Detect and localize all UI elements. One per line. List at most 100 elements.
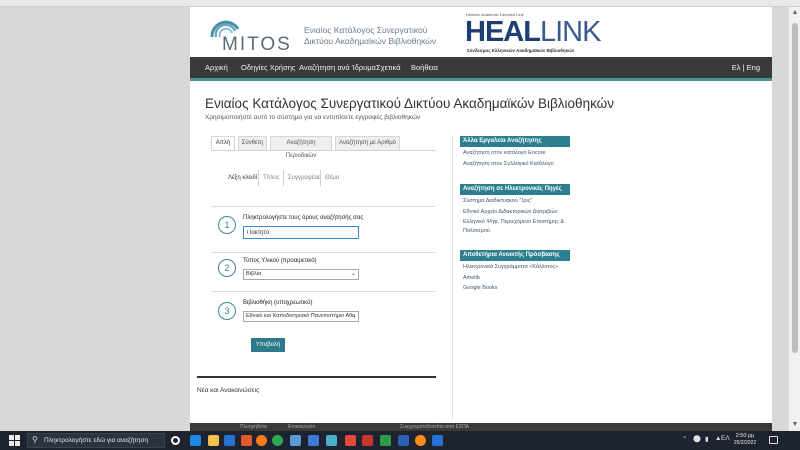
pdf-icon[interactable] (345, 435, 356, 446)
step-2-circle: 2 (218, 259, 236, 277)
app-icon[interactable] (415, 435, 426, 446)
subtab-divider (258, 170, 259, 186)
page-subtitle: Χρησιμοποιήστε αυτό το σύστημα για να εν… (205, 114, 421, 121)
step-1-circle: 1 (218, 216, 236, 234)
sidebar-section-open-repositories: Αποθετήρια Ανοικτής Πρόσβασης Ηλεκτρονικ… (460, 250, 570, 293)
search-input[interactable] (243, 226, 359, 239)
chevron-down-icon: ⌄ (350, 313, 356, 319)
nav-item-search-by-institution[interactable]: Αναζήτηση ανά Ίδρυμα (299, 63, 376, 72)
step-3-label: Βιβλιοθήκη (υποχρεωτικό) (243, 300, 313, 306)
page-title: Ενιαίος Κατάλογος Συνεργατικού Δικτύου Α… (205, 96, 614, 111)
tab-number-search[interactable]: Αναζήτηση με Αριθμό (335, 136, 400, 151)
chrome-icon[interactable] (272, 435, 283, 446)
taskbar-search-placeholder: Πληκτρολογήστε εδώ για αναζήτηση (44, 437, 149, 444)
site-footer: Πλοηγηθείτε Επικοινωνία Συγχρηματοδοτείτ… (190, 423, 772, 431)
heal-logo-light: LINK (539, 16, 601, 48)
sidebar-link[interactable]: Σύστημα Διαδικτυακού "Ίρις" (460, 197, 570, 206)
browser-top-strip (0, 0, 800, 7)
footer-text: Συγχρηματοδοτείται από ΕΣΠΑ (400, 424, 470, 430)
language-switcher[interactable]: Ελ | Eng (732, 63, 760, 72)
firefox-icon[interactable] (256, 435, 267, 446)
subtab-divider (283, 170, 284, 186)
mitos-logo-text: MITOS (222, 34, 292, 55)
windows-start-icon[interactable] (9, 435, 20, 446)
library-select[interactable]: Εθνικό και Καποδιστριακό Πανεπιστήμιο Αθ… (243, 311, 359, 322)
tab-journal-search[interactable]: Αναζήτηση Περιοδικών (270, 136, 332, 159)
main-navbar: Αρχική Οδηγίες Χρήσης Αναζήτηση ανά Ίδρυ… (190, 57, 772, 81)
heal-logo-subtitle: Σύνδεσμος Ελληνικών Ακαδημαϊκών Βιβλιοθη… (467, 48, 575, 53)
news-divider (197, 376, 436, 378)
step-3-circle: 3 (218, 302, 236, 320)
clock-time: 2:50 μμ (735, 433, 755, 439)
material-type-select[interactable]: Βιβλία ⌄ (243, 269, 359, 280)
sidebar-section-title: Αναζήτηση σε Ηλεκτρονικές Πηγές (460, 184, 570, 195)
outlook-icon[interactable] (308, 435, 319, 446)
scroll-up-icon[interactable]: ▲ (791, 9, 799, 17)
subtab-subject[interactable]: Θέμα (325, 170, 339, 186)
scrollbar-thumb[interactable] (792, 23, 798, 353)
tab-advanced[interactable]: Σύνθετη (238, 136, 267, 151)
file-explorer-icon[interactable] (208, 435, 219, 446)
word-icon[interactable] (432, 435, 443, 446)
task-view-icon[interactable] (171, 436, 180, 445)
windows-taskbar: ⚲ Πληκτρολογήστε εδώ για αναζήτηση ⌃ ⚪ ▮… (0, 431, 800, 450)
tab-simple[interactable]: Απλή (211, 136, 235, 151)
sidebar-link[interactable]: Αναζήτηση στον κατάλογο Encore (460, 149, 570, 158)
nav-item-instructions[interactable]: Οδηγίες Χρήσης (241, 63, 296, 72)
page-heading: Ενιαίος Κατάλογος Συνεργατικού Δικτύου Α… (205, 96, 614, 121)
clock-date: 25/2/2022 (733, 440, 757, 446)
nav-item-help[interactable]: Βοήθεια (411, 63, 438, 72)
step-divider (211, 252, 436, 253)
sidebar-link[interactable]: Αναζήτηση στον Συλλογικό Κατάλογο (460, 160, 570, 169)
sidebar-section-search-tools: Άλλα Εργαλεία Αναζήτησης Αναζήτηση στον … (460, 136, 570, 168)
sidebar-divider (452, 136, 453, 419)
app-icon[interactable] (290, 435, 301, 446)
submit-button[interactable]: Υποβολή (251, 338, 285, 352)
nav-item-about[interactable]: Σχετικά (376, 63, 401, 72)
mitos-subtitle-line1: Ενιαίος Κατάλογος Συνεργατικού (304, 25, 428, 35)
tray-chevron-up-icon[interactable]: ⌃ (682, 435, 687, 443)
subtab-title[interactable]: Τίτλος (263, 170, 280, 186)
footer-link[interactable]: Πλοηγηθείτε (240, 424, 267, 430)
sidebar-section-title: Άλλα Εργαλεία Αναζήτησης (460, 136, 570, 147)
nav-item-home[interactable]: Αρχική (205, 63, 228, 72)
sidebar-link[interactable]: Ελληνικό Ψηφ. Περιεχόμενο Επιστήμης & Πο… (460, 218, 570, 235)
step-divider (211, 291, 436, 292)
sidebar-link[interactable]: Ηλεκτρονικά Συγγράμματα «Κάλλιπος» (460, 263, 570, 272)
subtab-author[interactable]: Συγγραφέας (288, 170, 321, 186)
subtab-keyword[interactable]: Λέξη κλειδί (228, 170, 257, 186)
search-icon: ⚲ (32, 435, 38, 444)
sidebar-link[interactable]: Amelib (460, 274, 570, 283)
heal-link-logo[interactable]: Hellenic Academic Libraries Link HEALLIN… (465, 11, 601, 57)
app-icon[interactable] (326, 435, 337, 446)
excel-icon[interactable] (380, 435, 391, 446)
footer-link[interactable]: Επικοινωνία (288, 424, 315, 430)
step-2-label: Τύπος Υλικού (προαιρετικό) (243, 258, 317, 264)
store-icon[interactable] (224, 435, 235, 446)
taskbar-clock[interactable]: 2:50 μμ 25/2/2022 (731, 433, 759, 447)
word-icon[interactable] (398, 435, 409, 446)
mitos-subtitle-line2: Δικτύου Ακαδημαϊκών Βιβλιοθηκών (304, 36, 437, 46)
scroll-down-icon[interactable]: ▼ (791, 421, 799, 429)
sidebar-section-electronic-sources: Αναζήτηση σε Ηλεκτρονικές Πηγές Σύστημα … (460, 184, 570, 235)
subtab-divider (320, 170, 321, 186)
vertical-scrollbar[interactable]: ▲ ▼ (788, 7, 800, 431)
taskbar-search-box[interactable]: ⚲ Πληκτρολογήστε εδώ για αναζήτηση (27, 433, 165, 448)
powerpoint-icon[interactable] (362, 435, 373, 446)
search-tabs: Απλή Σύνθετη Αναζήτηση Περιοδικών Αναζήτ… (211, 136, 436, 159)
tray-network-icon[interactable]: ⚪ (693, 435, 701, 443)
sidebar-link[interactable]: Εθνικό Αρχείο Διδακτορικών Διατριβών (460, 208, 570, 217)
library-value: Εθνικό και Καποδιστριακό Πανεπιστήμιο Αθ… (246, 313, 356, 319)
news-title: Νέα και Ανακοινώσεις (197, 387, 260, 394)
sidebar-section-title: Αποθετήρια Ανοικτής Πρόσβασης (460, 250, 570, 261)
sidebar-link[interactable]: Google Books (460, 284, 570, 293)
office-icon[interactable] (241, 435, 252, 446)
tabs-divider (211, 150, 436, 151)
site-header: MITOS Ενιαίος Κατάλογος Συνεργατικού Δικ… (190, 7, 772, 57)
step-divider (211, 206, 436, 207)
notification-icon[interactable] (769, 436, 778, 444)
tray-battery-icon[interactable]: ▮ (705, 435, 709, 443)
tray-language[interactable]: ΕΛ (721, 435, 730, 442)
edge-icon[interactable] (190, 435, 201, 446)
mitos-logo[interactable]: MITOS Ενιαίος Κατάλογος Συνεργατικού Δικ… (202, 15, 472, 55)
